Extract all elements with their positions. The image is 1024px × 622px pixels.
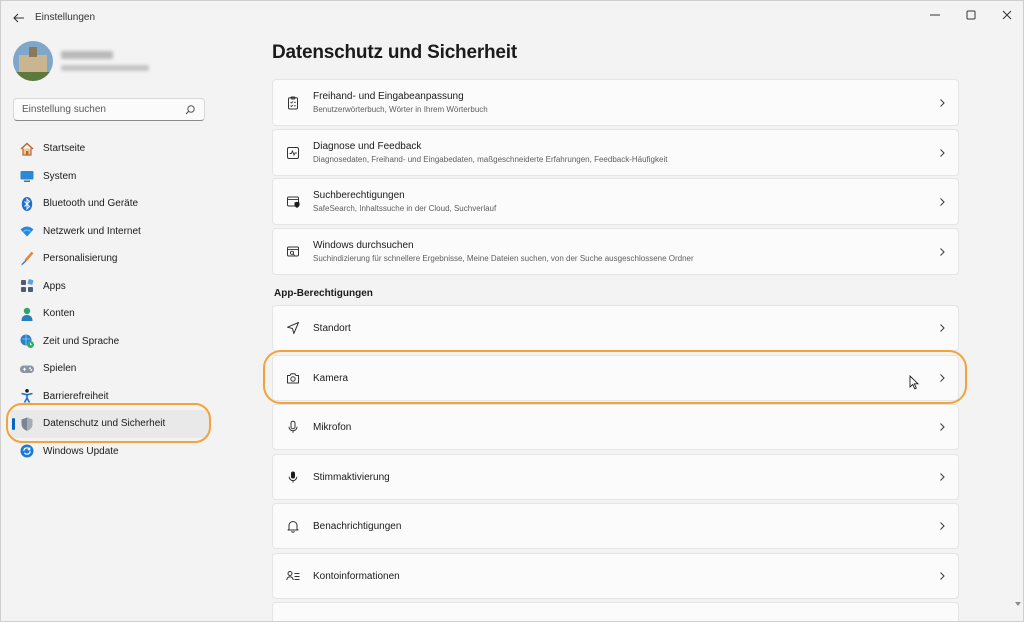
card-subtitle: SafeSearch, Inhaltssuche in der Cloud, S… <box>313 204 497 213</box>
card-title: Kamera <box>313 372 349 384</box>
card-kamera[interactable]: Kamera <box>272 355 959 401</box>
chevron-right-icon <box>940 522 945 530</box>
card-freihand[interactable]: Freihand- und Eingabeanpassung Benutzerw… <box>272 79 959 126</box>
maximize-icon <box>966 10 976 20</box>
pulse-icon <box>285 145 301 161</box>
minimize-button[interactable] <box>917 4 953 26</box>
card-title: Suchberechtigungen <box>313 190 405 201</box>
bluetooth-icon <box>19 196 35 212</box>
card-title: Stimmaktivierung <box>313 471 390 483</box>
home-icon <box>19 141 35 157</box>
location-arrow-icon <box>285 320 301 336</box>
card-title: Benachrichtigungen <box>313 520 402 532</box>
scrollbar[interactable] <box>1015 41 1021 606</box>
sidebar-item-windows-update[interactable]: Windows Update <box>11 438 209 466</box>
chevron-right-icon <box>940 423 945 431</box>
bell-icon <box>285 518 301 534</box>
chevron-right-icon <box>940 98 945 107</box>
gamepad-icon <box>19 361 35 377</box>
shield-icon <box>19 416 35 432</box>
card-subtitle: Diagnosedaten, Freihand- und Eingabedate… <box>313 155 668 164</box>
card-mikrofon[interactable]: Mikrofon <box>272 404 959 450</box>
card-stimmaktivierung[interactable]: Stimmaktivierung <box>272 454 959 500</box>
page-title: Datenschutz und Sicherheit <box>272 42 518 63</box>
card-standort[interactable]: Standort <box>272 305 959 351</box>
sidebar-item-datenschutz[interactable]: Datenschutz und Sicherheit <box>11 410 209 438</box>
user-profile[interactable] <box>13 41 149 81</box>
arrow-left-icon <box>13 13 24 23</box>
card-title: Diagnose und Feedback <box>313 141 422 152</box>
search-icon[interactable] <box>184 104 196 116</box>
search-shield-icon <box>285 194 301 210</box>
sidebar-item-startseite[interactable]: Startseite <box>11 135 209 163</box>
sidebar-item-barrierefreiheit[interactable]: Barrierefreiheit <box>11 383 209 411</box>
card-title: Windows durchsuchen <box>313 240 414 251</box>
chevron-right-icon <box>940 148 945 157</box>
clipboard-list-icon <box>285 95 301 111</box>
close-button[interactable] <box>989 4 1023 26</box>
settings-search[interactable] <box>13 98 205 121</box>
chevron-right-icon <box>940 473 945 481</box>
card-suchberechtigungen[interactable]: Suchberechtigungen SafeSearch, Inhaltssu… <box>272 178 959 225</box>
sidebar-item-system[interactable]: System <box>11 163 209 191</box>
card-windows-durchsuchen[interactable]: Windows durchsuchen Suchindizierung für … <box>272 228 959 275</box>
scroll-down-arrow-icon[interactable] <box>1015 601 1021 607</box>
card-title: Kontoinformationen <box>313 570 400 582</box>
sidebar-item-personalisierung[interactable]: Personalisierung <box>11 245 209 273</box>
card-kontoinformationen[interactable]: Kontoinformationen <box>272 553 959 599</box>
title-bar: Einstellungen <box>1 1 1023 35</box>
sidebar-item-netzwerk[interactable]: Netzwerk und Internet <box>11 218 209 246</box>
profile-name-blurred <box>61 51 113 59</box>
chevron-right-icon <box>940 324 945 332</box>
apps-icon <box>19 278 35 294</box>
sidebar-nav: Startseite System Bluetooth und Geräte N… <box>11 135 209 465</box>
app-title: Einstellungen <box>35 12 96 23</box>
minimize-icon <box>930 14 940 16</box>
avatar <box>13 41 53 81</box>
search-window-icon <box>285 244 301 260</box>
card-diagnose[interactable]: Diagnose und Feedback Diagnosedaten, Fre… <box>272 129 959 176</box>
settings-window: Einstellungen Startseite <box>0 0 1024 622</box>
card-subtitle: Benutzerwörterbuch, Wörter in Ihrem Wört… <box>313 105 488 114</box>
sidebar-item-zeit-und-sprache[interactable]: Zeit und Sprache <box>11 328 209 356</box>
section-title-app-permissions: App-Berechtigungen <box>274 288 373 299</box>
card-title: Standort <box>313 322 351 334</box>
profile-email-blurred <box>61 65 149 71</box>
chevron-right-icon <box>940 572 945 580</box>
sidebar-item-apps[interactable]: Apps <box>11 273 209 301</box>
update-icon <box>19 443 35 459</box>
account-info-icon <box>285 568 301 584</box>
accessibility-icon <box>19 388 35 404</box>
wifi-icon <box>19 223 35 239</box>
monitor-icon <box>19 168 35 184</box>
mouse-cursor-icon <box>909 375 920 390</box>
chevron-right-icon <box>940 247 945 256</box>
microphone-icon <box>285 419 301 435</box>
maximize-button[interactable] <box>953 4 989 26</box>
card-subtitle: Suchindizierung für schnellere Ergebniss… <box>313 254 694 263</box>
voice-activation-icon <box>285 469 301 485</box>
sidebar-item-bluetooth[interactable]: Bluetooth und Geräte <box>11 190 209 218</box>
card-title: Mikrofon <box>313 421 352 433</box>
card-partial-next[interactable] <box>272 602 959 621</box>
card-benachrichtigungen[interactable]: Benachrichtigungen <box>272 503 959 549</box>
person-icon <box>19 306 35 322</box>
back-button[interactable] <box>9 9 29 27</box>
close-icon <box>1002 10 1012 20</box>
sidebar-item-spielen[interactable]: Spielen <box>11 355 209 383</box>
chevron-right-icon <box>940 374 945 382</box>
camera-icon <box>285 370 301 386</box>
search-input[interactable] <box>22 104 184 115</box>
brush-icon <box>19 251 35 267</box>
card-title: Freihand- und Eingabeanpassung <box>313 91 464 102</box>
globe-clock-icon <box>19 333 35 349</box>
chevron-right-icon <box>940 197 945 206</box>
sidebar-item-konten[interactable]: Konten <box>11 300 209 328</box>
